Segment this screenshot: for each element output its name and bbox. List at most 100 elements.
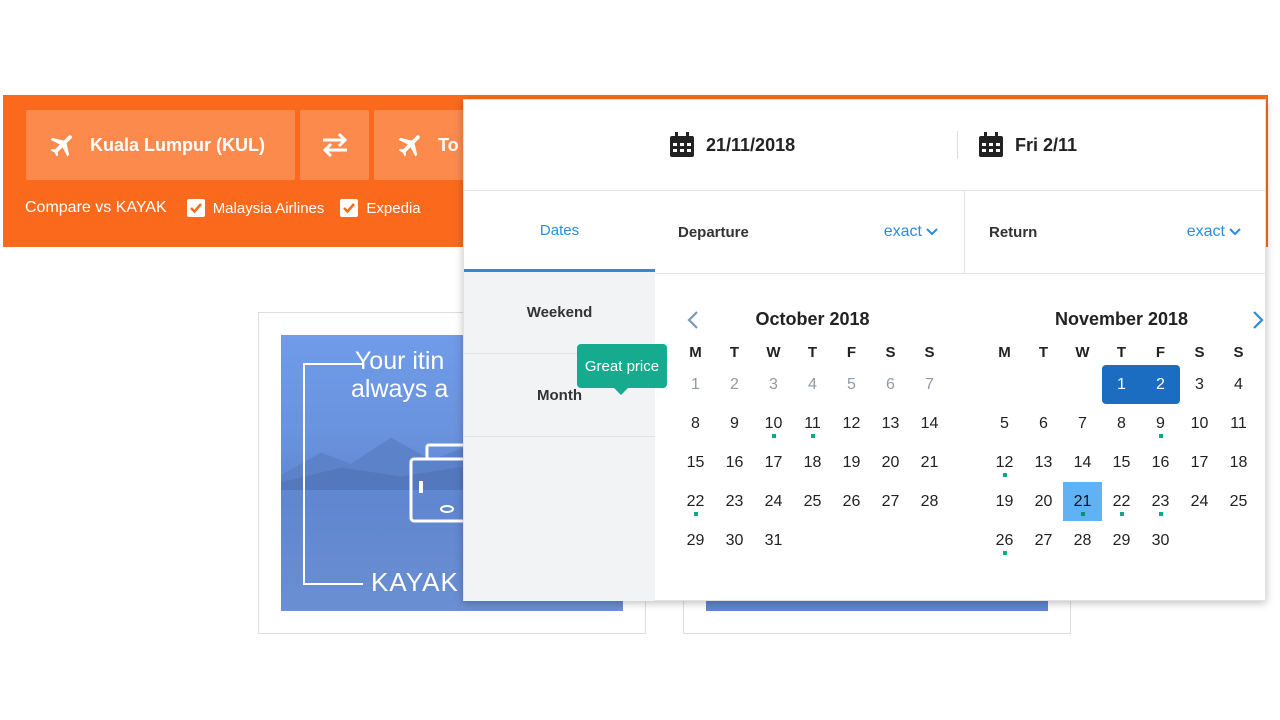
day-cell[interactable]: 27: [1024, 521, 1063, 560]
day-cell[interactable]: 11: [793, 404, 832, 443]
day-number: 6: [886, 375, 895, 393]
day-number: 10: [764, 414, 783, 432]
day-number: 3: [1195, 375, 1204, 393]
return-header: Return exact: [965, 191, 1267, 274]
day-cell[interactable]: 31: [754, 521, 793, 560]
day-cell[interactable]: 15: [1102, 443, 1141, 482]
day-cell[interactable]: 11: [1219, 404, 1258, 443]
day-cell[interactable]: 14: [910, 404, 949, 443]
day-cell[interactable]: 25: [1219, 482, 1258, 521]
price-indicator-dot: [1002, 551, 1007, 555]
day-cell-empty: [1024, 365, 1063, 404]
swap-arrows-icon: [319, 131, 351, 159]
origin-field[interactable]: Kuala Lumpur (KUL): [26, 110, 295, 180]
day-cell[interactable]: 22: [676, 482, 715, 521]
day-cell[interactable]: 7: [1063, 404, 1102, 443]
day-cell[interactable]: 22: [1102, 482, 1141, 521]
day-cell[interactable]: 16: [1141, 443, 1180, 482]
checkbox-checked-icon[interactable]: [186, 199, 205, 217]
return-date-field[interactable]: Fri 2/11: [978, 132, 1077, 158]
day-cell[interactable]: 18: [793, 443, 832, 482]
day-number: 30: [1151, 531, 1170, 549]
day-cell[interactable]: 6: [1024, 404, 1063, 443]
compare-option-malaysia-airlines[interactable]: Malaysia Airlines: [186, 199, 324, 217]
day-cell[interactable]: 8: [1102, 404, 1141, 443]
day-cell[interactable]: 5: [985, 404, 1024, 443]
swap-button[interactable]: [300, 110, 369, 180]
day-number: 6: [1039, 414, 1048, 432]
month-title: November 2018: [985, 305, 1264, 333]
day-cell[interactable]: 9: [1141, 404, 1180, 443]
prev-month-button[interactable]: [682, 309, 704, 331]
day-number: 15: [686, 453, 705, 471]
day-cell[interactable]: 29: [1102, 521, 1141, 560]
date-summary: 21/11/2018 Fri 2/11: [464, 100, 1265, 191]
day-cell[interactable]: 19: [832, 443, 871, 482]
day-cell[interactable]: 29: [676, 521, 715, 560]
day-number: 14: [920, 414, 939, 432]
day-grid: 1 2 3 4 5 6 7 8 9 10 11 12 13 14 15 16 17 18 19 20 21 22 23 24 2…: [985, 365, 1258, 560]
tab-weekend[interactable]: Weekend: [464, 272, 655, 354]
day-cell[interactable]: 9: [715, 404, 754, 443]
day-cell[interactable]: 13: [1024, 443, 1063, 482]
day-cell[interactable]: 17: [754, 443, 793, 482]
day-number: 12: [995, 453, 1014, 471]
day-cell[interactable]: 19: [985, 482, 1024, 521]
day-cell[interactable]: 12: [832, 404, 871, 443]
calendar-month-october: October 2018 M T W T F S S 1 2 3 4 5 6 7 8 9 10 11…: [676, 305, 949, 560]
day-cell[interactable]: 4: [1219, 365, 1258, 404]
day-cell[interactable]: 21: [910, 443, 949, 482]
day-cell[interactable]: 12: [985, 443, 1024, 482]
calendar-icon: [978, 132, 1004, 158]
day-cell[interactable]: 16: [715, 443, 754, 482]
day-cell[interactable]: 15: [676, 443, 715, 482]
day-cell[interactable]: 23: [715, 482, 754, 521]
day-cell[interactable]: 10: [754, 404, 793, 443]
day-cell[interactable]: 8: [676, 404, 715, 443]
day-cell[interactable]: 24: [1180, 482, 1219, 521]
day-cell[interactable]: 13: [871, 404, 910, 443]
day-cell[interactable]: 10: [1180, 404, 1219, 443]
tab-dates[interactable]: Dates: [464, 191, 655, 272]
day-cell[interactable]: 17: [1180, 443, 1219, 482]
day-number: 29: [1112, 531, 1131, 549]
departure-flex-dropdown[interactable]: exact: [884, 223, 938, 241]
weekday-label: F: [846, 344, 857, 361]
day-cell[interactable]: 28: [910, 482, 949, 521]
day-cell[interactable]: 18: [1219, 443, 1258, 482]
day-cell[interactable]: 1: [1102, 365, 1141, 404]
compare-option-expedia[interactable]: Expedia: [340, 199, 421, 217]
day-number: 5: [847, 375, 856, 393]
day-number: 20: [1034, 492, 1053, 510]
day-cell[interactable]: 27: [871, 482, 910, 521]
day-cell[interactable]: 23: [1141, 482, 1180, 521]
day-cell[interactable]: 21: [1063, 482, 1102, 521]
day-number: 17: [1190, 453, 1209, 471]
return-flex-dropdown[interactable]: exact: [1187, 223, 1241, 241]
departure-date-field[interactable]: 21/11/2018: [669, 132, 795, 158]
day-cell[interactable]: 20: [1024, 482, 1063, 521]
weekday-label: T: [1038, 344, 1049, 361]
checkbox-checked-icon[interactable]: [340, 199, 359, 217]
calendar-icon: [669, 132, 695, 158]
day-number: 28: [1073, 531, 1092, 549]
day-cell[interactable]: 28: [1063, 521, 1102, 560]
next-month-button[interactable]: [1247, 309, 1269, 331]
calendar-month-november: November 2018 M T W T F S S 1 2 3 4 5 6 7 8 9 10 1…: [985, 305, 1264, 560]
return-label: Return: [989, 223, 1038, 241]
day-cell[interactable]: 20: [871, 443, 910, 482]
day-number: 26: [995, 531, 1014, 549]
day-cell[interactable]: 26: [985, 521, 1024, 560]
day-cell[interactable]: 2: [1141, 365, 1180, 404]
day-cell[interactable]: 30: [1141, 521, 1180, 560]
return-mode-label: exact: [1186, 223, 1225, 240]
day-cell[interactable]: 24: [754, 482, 793, 521]
day-number: 10: [1190, 414, 1209, 432]
day-cell[interactable]: 25: [793, 482, 832, 521]
day-cell[interactable]: 14: [1063, 443, 1102, 482]
day-cell[interactable]: 3: [1180, 365, 1219, 404]
day-number: 25: [1229, 492, 1248, 510]
day-cell[interactable]: 26: [832, 482, 871, 521]
day-cell[interactable]: 30: [715, 521, 754, 560]
month-title-label: November 2018: [1054, 309, 1189, 329]
